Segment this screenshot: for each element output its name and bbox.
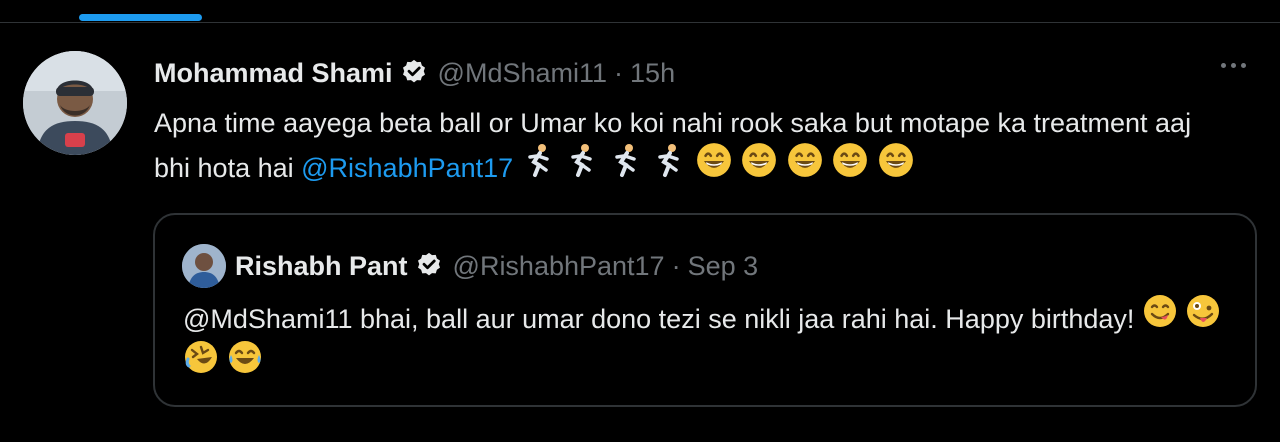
tweet[interactable]: Mohammad Shami @MdShami11 · 15h Apna tim…	[0, 23, 1280, 442]
quoted-tweet[interactable]: Rishabh Pant @RishabhPant17 · Sep 3 @MdS…	[153, 213, 1257, 407]
verified-badge-icon	[414, 251, 444, 281]
avatar[interactable]	[23, 51, 127, 155]
mention-link[interactable]: @RishabhPant17	[301, 153, 513, 183]
quoted-avatar[interactable]	[182, 244, 226, 288]
grinning-emoji	[740, 141, 778, 193]
verified-badge-icon	[399, 58, 429, 88]
emoji-group	[521, 142, 915, 183]
runner-emoji	[608, 142, 644, 192]
tweet-time[interactable]: 15h	[630, 58, 675, 89]
zany-emoji	[1185, 293, 1221, 343]
rofl-emoji	[183, 339, 219, 389]
tweet-text: Apna time aayega beta ball or Umar ko ko…	[154, 101, 1234, 193]
quoted-author-handle[interactable]: @RishabhPant17	[453, 251, 665, 282]
grinning-emoji	[786, 141, 824, 193]
runner-emoji	[521, 142, 557, 192]
quoted-tweet-text: @MdShami11 bhai, ball aur umar dono tezi…	[183, 294, 1233, 389]
joy-emoji	[227, 339, 263, 389]
quoted-tweet-time[interactable]: Sep 3	[688, 251, 759, 282]
yum-emoji	[1142, 293, 1178, 343]
grinning-emoji	[831, 141, 869, 193]
separator-dot: ·	[671, 250, 681, 281]
tweet-header: Mohammad Shami @MdShami11 · 15h	[154, 55, 675, 91]
grinning-emoji	[695, 141, 733, 193]
runner-emoji	[651, 142, 687, 192]
active-tab-indicator	[79, 14, 202, 21]
quoted-author-name[interactable]: Rishabh Pant	[235, 251, 408, 282]
author-handle[interactable]: @MdShami11	[438, 58, 607, 89]
quoted-header: Rishabh Pant @RishabhPant17 · Sep 3	[235, 248, 758, 284]
quoted-mention: @MdShami11	[183, 304, 353, 334]
quoted-body: bhai, ball aur umar dono tezi se nikli j…	[352, 304, 1142, 334]
separator-dot: ·	[614, 57, 624, 88]
runner-emoji	[564, 142, 600, 192]
author-name[interactable]: Mohammad Shami	[154, 58, 393, 89]
grinning-emoji	[877, 141, 915, 193]
more-options-icon[interactable]	[1221, 63, 1246, 68]
